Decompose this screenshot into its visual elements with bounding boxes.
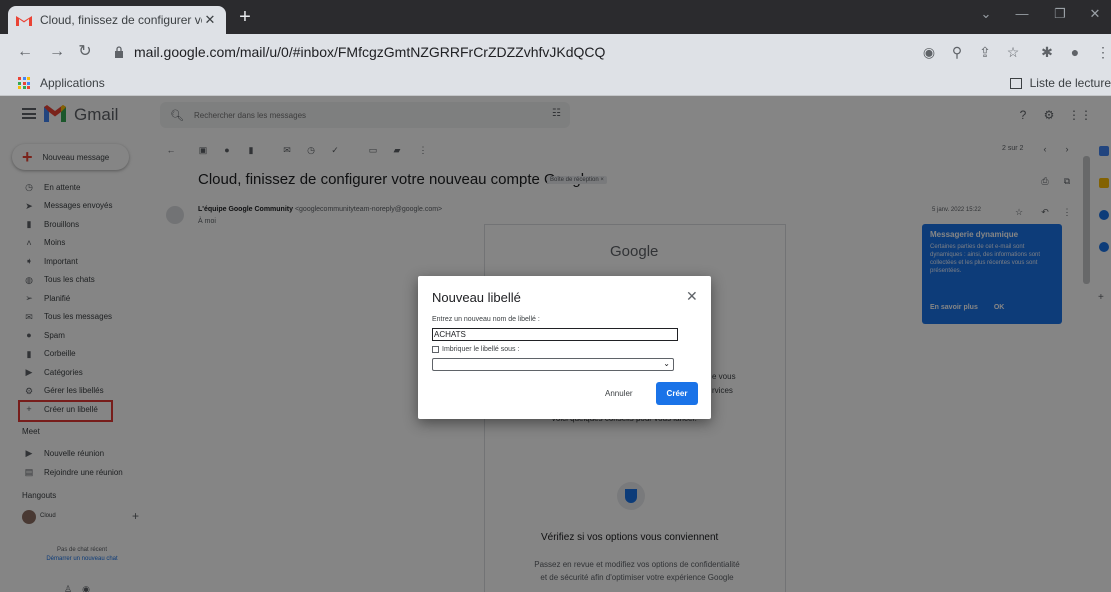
minimize-icon[interactable]: — [1012,6,1032,21]
apps-grid-icon[interactable] [18,77,30,89]
eye-icon[interactable]: ◉ [920,43,938,61]
reading-list-label: Liste de lecture [1029,76,1111,90]
zoom-icon[interactable]: ⚲ [948,43,966,61]
forward-icon[interactable]: → [48,43,66,61]
chevron-down-icon: ⌄ [663,359,670,368]
reload-icon[interactable]: ↻ [76,43,94,61]
url-text: mail.google.com/mail/u/0/#inbox/FMfcgzGm… [134,44,606,60]
bookmarks-bar: Applications Liste de lecture [0,70,1111,96]
new-tab-button[interactable]: + [234,6,256,28]
bookmark-star-icon[interactable]: ☆ [1004,43,1022,61]
gmail-favicon-icon [16,16,32,26]
browser-menu-icon[interactable]: ⋮ [1094,43,1111,61]
parent-label-select[interactable]: ⌄ [432,358,674,371]
url-field[interactable]: mail.google.com/mail/u/0/#inbox/FMfcgzGm… [106,39,886,65]
back-icon[interactable]: ← [16,43,34,61]
extensions-icon[interactable]: ✱ [1038,43,1056,61]
nest-label-text: Imbriquer le libellé sous : [442,346,520,353]
apps-bookmark[interactable]: Applications [40,76,105,90]
label-name-caption: Entrez un nouveau nom de libellé : [432,316,540,323]
browser-tab[interactable]: Cloud, finissez de configurer votr ✕ [8,6,226,34]
nest-label-checkbox[interactable]: Imbriquer le libellé sous : [432,346,519,353]
create-button[interactable]: Créer [656,382,698,405]
checkbox-icon[interactable] [432,346,439,353]
profile-icon[interactable]: ● [1066,43,1084,61]
share-icon[interactable]: ⇪ [976,43,994,61]
restore-icon[interactable]: ❐ [1050,6,1070,22]
address-bar: ← → ↻ mail.google.com/mail/u/0/#inbox/FM… [0,34,1111,70]
label-name-input[interactable] [432,328,678,341]
dialog-title: Nouveau libellé [432,290,521,305]
browser-tab-bar: Cloud, finissez de configurer votr ✕ + ⌄… [0,0,1111,34]
tab-search-icon[interactable]: ⌄ [976,6,996,22]
tab-title: Cloud, finissez de configurer votr [40,13,202,27]
lock-icon [115,46,123,58]
cancel-button[interactable]: Annuler [605,389,633,398]
close-window-icon[interactable]: ✕ [1085,6,1105,22]
new-label-dialog: Nouveau libellé ✕ Entrez un nouveau nom … [418,276,711,419]
reading-list-icon [1009,77,1022,89]
tab-close-icon[interactable]: ✕ [202,12,218,28]
close-icon[interactable]: ✕ [686,288,698,305]
reading-list-button[interactable]: Liste de lecture [1009,76,1111,90]
